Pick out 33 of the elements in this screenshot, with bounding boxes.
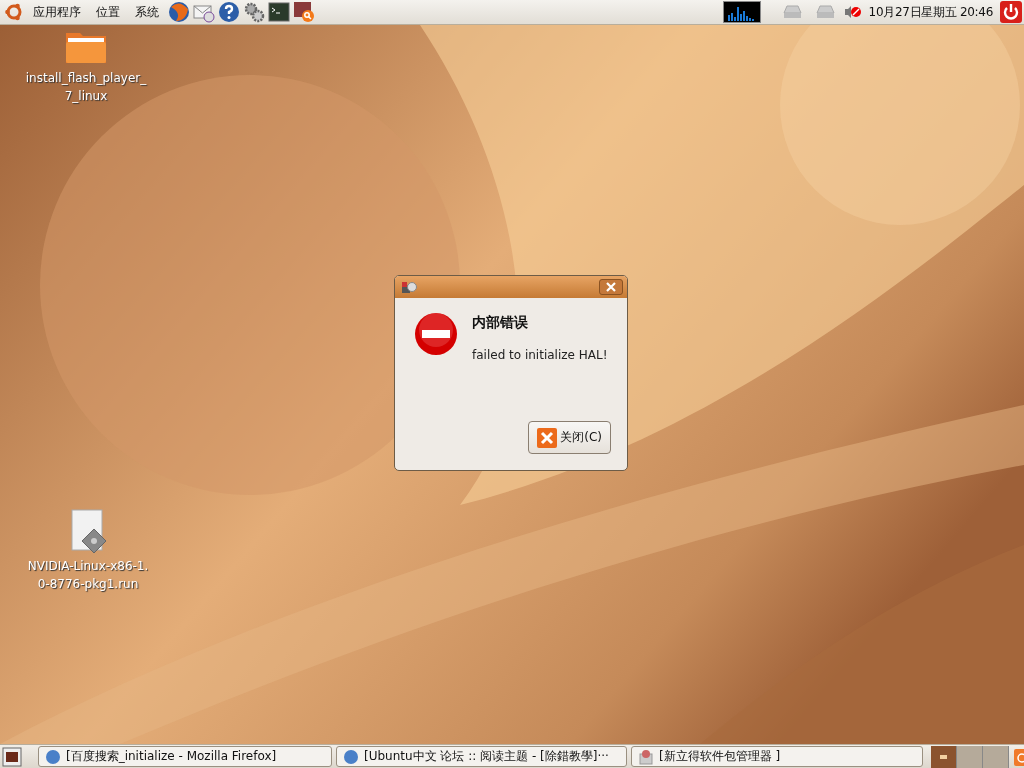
- close-button[interactable]: [599, 279, 623, 295]
- taskbar-button[interactable]: [新立得软件包管理器 ]: [631, 746, 923, 767]
- globe-icon: [45, 748, 61, 765]
- error-heading: 内部错误: [472, 314, 529, 332]
- show-desktop-icon[interactable]: [2, 746, 22, 767]
- menu-item[interactable]: 位置: [90, 3, 126, 21]
- system-monitor-graph: [722, 1, 761, 23]
- workspace-button[interactable]: [983, 745, 1009, 768]
- script-file-icon[interactable]: [68, 509, 108, 553]
- globe-icon[interactable]: [168, 1, 190, 23]
- search-icon[interactable]: [293, 1, 315, 23]
- power-icon[interactable]: [1000, 1, 1022, 23]
- terminal-icon[interactable]: [268, 1, 290, 23]
- file-label[interactable]: install_flash_player_ 7_linux: [25, 69, 147, 105]
- app-icon: [401, 279, 417, 295]
- menu-item[interactable]: 系统: [129, 3, 165, 21]
- close-icon: [606, 282, 616, 292]
- taskbar-button[interactable]: [Ubuntu中文 论坛 :: 阅读主题 - [除錯教學]···: [336, 746, 627, 767]
- help-icon[interactable]: [218, 1, 240, 23]
- globe-icon: [343, 748, 359, 765]
- workspace-button[interactable]: [957, 745, 983, 768]
- taskbar-button[interactable]: [百度搜索_initialize - Mozilla Firefox]: [38, 746, 332, 767]
- logo-icon[interactable]: [4, 2, 24, 22]
- menu-item[interactable]: 应用程序: [27, 3, 87, 21]
- error-message: failed to initialize HAL!: [472, 348, 608, 362]
- muted-speaker-icon[interactable]: [843, 4, 862, 20]
- package-icon: [638, 748, 654, 765]
- error-icon: [414, 312, 458, 356]
- workspace-button[interactable]: [931, 745, 957, 768]
- clock[interactable]: 10月27日星期五 20:46: [868, 3, 993, 21]
- gear-icon[interactable]: [243, 1, 265, 23]
- close-button[interactable]: 关闭(C): [528, 421, 611, 454]
- close-icon: [537, 427, 558, 448]
